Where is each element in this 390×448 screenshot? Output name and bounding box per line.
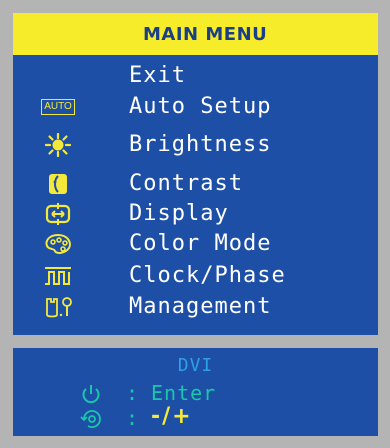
enter-label: Enter [151,381,217,405]
rotate-adjust-icon [79,408,103,430]
display-icon [43,203,73,225]
main-menu-title-bar: MAIN MENU [13,13,378,55]
menu-item-display[interactable]: Display [13,200,378,230]
adjust-keys: -/+ [151,404,193,429]
contrast-icon [43,173,73,195]
menu-item-label: Brightness [129,132,272,157]
menu-item-auto-setup[interactable]: AUTO Auto Setup [13,93,378,123]
enter-hint: : Enter [13,381,378,407]
enter-colon: : [126,381,139,405]
adjust-hint: : -/+ [13,404,378,432]
menu-item-label: Color Mode [129,231,272,256]
menu-item-label: Management [129,294,272,319]
sun-icon [43,133,73,157]
menu-item-label: Contrast [129,171,243,196]
input-source-label: DVI [177,355,214,376]
menu-item-color-mode[interactable]: Color Mode [13,230,378,260]
menu-item-label: Exit [129,63,186,88]
info-panel: DVI : Enter : -/+ [13,348,378,436]
main-menu-title: MAIN MENU [143,24,268,45]
auto-icon: AUTO [41,96,75,118]
clock-phase-icon [43,265,73,287]
menu-item-label: Display [129,201,229,226]
menu-item-label: Auto Setup [129,94,272,119]
menu-item-contrast[interactable]: Contrast [13,170,378,200]
tools-icon [43,296,73,318]
menu-item-brightness[interactable]: Brightness [13,131,378,161]
menu-item-label: Clock/Phase [129,263,286,288]
menu-item-exit[interactable]: Exit [13,62,378,92]
auto-icon-text: AUTO [41,99,75,115]
power-icon [79,383,103,405]
menu-item-clock-phase[interactable]: Clock/Phase [13,262,378,292]
palette-icon [43,233,73,255]
menu-item-management[interactable]: Management [13,293,378,323]
adjust-colon: : [126,406,139,430]
